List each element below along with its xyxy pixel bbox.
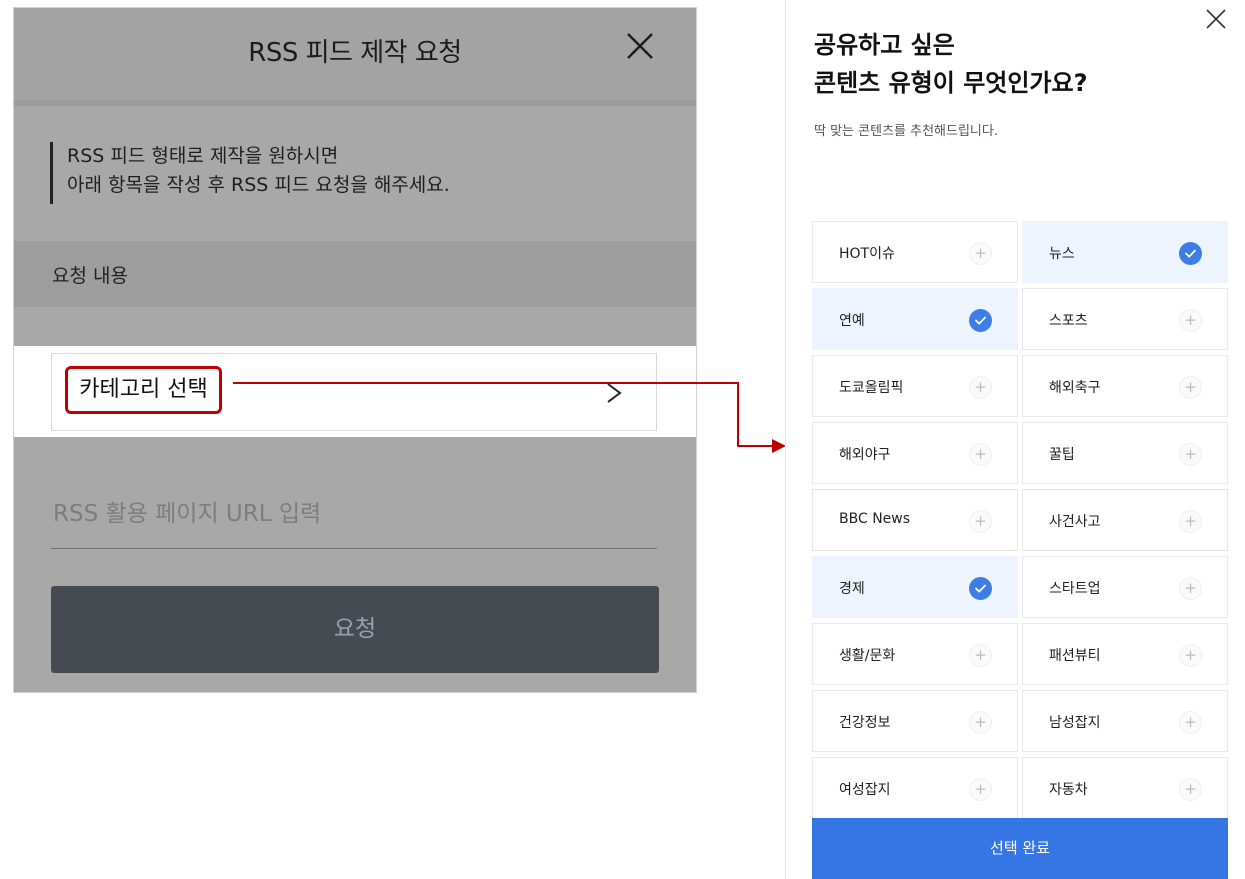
check-circle-icon — [1179, 242, 1202, 265]
section-header: 요청 내용 — [14, 241, 696, 307]
category-option[interactable]: 스타트업 + — [1022, 556, 1228, 618]
plus-icon: + — [1179, 778, 1202, 801]
category-option-label: 생활/문화 — [839, 648, 896, 664]
description-block: RSS 피드 형태로 제작을 원하시면 아래 항목을 작성 후 RSS 피드 요… — [50, 142, 627, 204]
category-option[interactable]: 자동차 + — [1022, 757, 1228, 819]
plus-icon: + — [969, 510, 992, 533]
section-label: 요청 내용 — [52, 265, 128, 287]
category-option[interactable]: 경제 — [812, 556, 1018, 618]
category-option[interactable]: 건강정보 + — [812, 690, 1018, 752]
close-icon[interactable] — [1204, 8, 1228, 36]
rss-request-dialog: RSS 피드 제작 요청 RSS 피드 형태로 제작을 원하시면 아래 항목을 … — [14, 8, 696, 692]
plus-icon: + — [969, 778, 992, 801]
category-option-label: 남성잡지 — [1049, 715, 1101, 731]
category-option-label: 꿀팁 — [1049, 447, 1075, 463]
category-option[interactable]: 패션뷰티 + — [1022, 623, 1228, 685]
description-line-2: 아래 항목을 작성 후 RSS 피드 요청을 해주세요. — [67, 174, 450, 196]
category-option-label: 경제 — [839, 581, 865, 597]
category-picker: 공유하고 싶은 콘텐츠 유형이 무엇인가요? 딱 맞는 콘텐츠를 추천해드립니다… — [785, 0, 1245, 879]
category-option[interactable]: BBC News + — [812, 489, 1018, 551]
category-option[interactable]: HOT이슈 + — [812, 221, 1018, 283]
picker-title-line-1: 공유하고 싶은 — [814, 31, 955, 59]
plus-icon: + — [969, 644, 992, 667]
category-option-label: 사건사고 — [1049, 514, 1101, 530]
category-option[interactable]: 꿀팁 + — [1022, 422, 1228, 484]
category-select-label: 카테고리 선택 — [65, 366, 222, 414]
category-option[interactable]: 연예 — [812, 288, 1018, 350]
plus-icon: + — [1179, 443, 1202, 466]
category-option[interactable]: 도쿄올림픽 + — [812, 355, 1018, 417]
category-option-label: 해외야구 — [839, 447, 891, 463]
picker-subtitle: 딱 맞는 콘텐츠를 추천해드립니다. — [814, 124, 998, 139]
plus-icon: + — [1179, 711, 1202, 734]
check-circle-icon — [969, 309, 992, 332]
category-option-label: HOT이슈 — [839, 246, 895, 262]
complete-selection-button[interactable]: 선택 완료 — [812, 818, 1228, 879]
category-option-label: BBC News — [839, 511, 911, 527]
category-option[interactable]: 뉴스 — [1022, 221, 1228, 283]
category-option-label: 건강정보 — [839, 715, 891, 731]
plus-icon: + — [969, 443, 992, 466]
dialog-title: RSS 피드 제작 요청 — [248, 38, 462, 68]
check-circle-icon — [969, 577, 992, 600]
category-option[interactable]: 해외야구 + — [812, 422, 1018, 484]
category-option-label: 스타트업 — [1049, 581, 1101, 597]
category-option-label: 연예 — [839, 313, 865, 329]
category-option-label: 스포츠 — [1049, 313, 1088, 329]
picker-title-line-2: 콘텐츠 유형이 무엇인가요? — [814, 69, 1088, 97]
plus-icon: + — [1179, 577, 1202, 600]
picker-title: 공유하고 싶은 콘텐츠 유형이 무엇인가요? — [814, 26, 1194, 102]
plus-icon: + — [969, 242, 992, 265]
chevron-right-icon — [604, 382, 626, 408]
category-select[interactable]: 카테고리 선택 — [51, 353, 657, 431]
plus-icon: + — [969, 711, 992, 734]
description-line-1: RSS 피드 형태로 제작을 원하시면 — [67, 145, 339, 167]
category-option-label: 도쿄올림픽 — [839, 380, 904, 396]
dialog-header: RSS 피드 제작 요청 — [14, 8, 696, 106]
request-button[interactable]: 요청 — [51, 586, 659, 673]
plus-icon: + — [1179, 510, 1202, 533]
url-input[interactable] — [51, 488, 661, 540]
category-option-label: 해외축구 — [1049, 380, 1101, 396]
plus-icon: + — [969, 376, 992, 399]
category-option-label: 패션뷰티 — [1049, 648, 1101, 664]
plus-icon: + — [1179, 376, 1202, 399]
category-grid: HOT이슈 + 뉴스 연예 스포츠 + 도쿄올림픽 + 해외축구 + 해외야구 + 꿀팁 + BBC New… — [812, 221, 1230, 819]
category-option[interactable]: 스포츠 + — [1022, 288, 1228, 350]
category-option[interactable]: 해외축구 + — [1022, 355, 1228, 417]
category-option[interactable]: 생활/문화 + — [812, 623, 1018, 685]
category-option[interactable]: 사건사고 + — [1022, 489, 1228, 551]
category-option[interactable]: 남성잡지 + — [1022, 690, 1228, 752]
category-option-label: 여성잡지 — [839, 782, 891, 798]
category-option-label: 뉴스 — [1049, 246, 1075, 262]
category-option[interactable]: 여성잡지 + — [812, 757, 1018, 819]
url-field[interactable] — [51, 488, 661, 549]
plus-icon: + — [1179, 644, 1202, 667]
plus-icon: + — [1179, 309, 1202, 332]
close-icon[interactable] — [622, 28, 658, 64]
category-option-label: 자동차 — [1049, 782, 1088, 798]
